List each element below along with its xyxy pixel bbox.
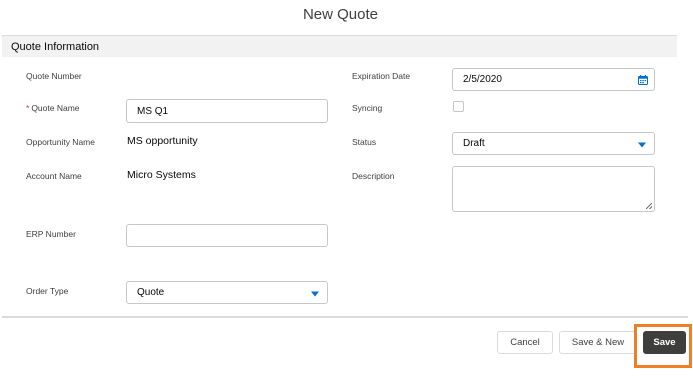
syncing-checkbox[interactable]: [453, 101, 464, 112]
resize-handle-icon[interactable]: [646, 203, 652, 209]
calendar-icon[interactable]: [638, 75, 648, 85]
chevron-down-icon: [638, 142, 646, 147]
expiration-date-value: 2/5/2020: [463, 74, 502, 85]
account-name-value[interactable]: Micro Systems: [127, 169, 196, 181]
quote-number-label: Quote Number: [26, 71, 82, 81]
opportunity-name-value[interactable]: MS opportunity: [127, 135, 198, 147]
quote-name-label-text: Quote Name: [31, 103, 80, 113]
quote-name-label: * Quote Name: [26, 103, 80, 113]
chevron-down-icon: [311, 291, 319, 296]
erp-number-input[interactable]: [126, 224, 328, 247]
required-marker: *: [26, 103, 30, 113]
expiration-date-label: Expiration Date: [352, 71, 411, 81]
save-and-new-button[interactable]: Save & New: [559, 331, 637, 354]
status-value: Draft: [463, 138, 485, 149]
cancel-button[interactable]: Cancel: [497, 331, 553, 354]
description-label: Description: [352, 171, 395, 181]
order-type-value: Quote: [137, 287, 165, 298]
account-name-label: Account Name: [26, 171, 82, 181]
expiration-date-input[interactable]: 2/5/2020: [452, 68, 655, 91]
quote-name-value: MS Q1: [137, 105, 169, 117]
opportunity-name-label: Opportunity Name: [26, 137, 95, 147]
modal-title: New Quote: [302, 6, 379, 23]
status-select[interactable]: Draft: [452, 132, 655, 155]
section-header-quote-information[interactable]: Quote Information: [2, 35, 677, 57]
quote-name-input[interactable]: MS Q1: [126, 99, 328, 123]
order-type-label: Order Type: [26, 286, 69, 296]
order-type-select[interactable]: Quote: [126, 281, 328, 304]
section-title: Quote Information: [11, 41, 100, 53]
footer-divider: [2, 316, 688, 318]
save-button-highlight: [634, 324, 692, 368]
description-textarea[interactable]: [452, 166, 655, 212]
status-label: Status: [352, 137, 377, 147]
syncing-label: Syncing: [352, 103, 383, 113]
erp-number-label: ERP Number: [26, 229, 76, 239]
